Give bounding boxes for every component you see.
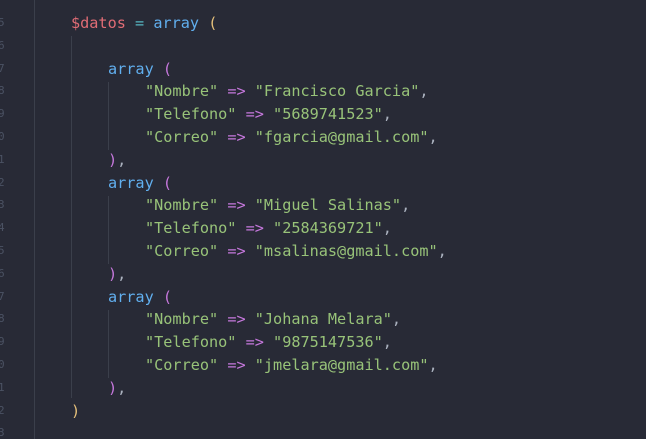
line-number: 7 xyxy=(0,289,5,303)
indent-guide xyxy=(34,0,35,439)
code-line-array-close: ), xyxy=(108,377,126,400)
array-key: "Correo" xyxy=(145,242,219,260)
line-number: 2 xyxy=(0,403,5,417)
array-value: "Miguel Salinas" xyxy=(254,196,402,215)
array-keyword: array xyxy=(108,59,154,78)
code-line-array-close: ), xyxy=(108,263,126,286)
line-number: 9 xyxy=(0,107,5,121)
array-value: "Johana Melara" xyxy=(254,310,392,329)
code-editor[interactable]: 5 6 7 8 9 0 1 2 3 4 5 6 7 8 9 0 1 2 3 $datos = array ( arr… xyxy=(0,0,646,439)
comma: , xyxy=(401,196,411,215)
code-line-key-value: "Nombre" => "Francisco Garcia", xyxy=(145,80,429,103)
comma: , xyxy=(419,82,429,101)
code-line-key-value: "Correo" => "fgarcia@gmail.com", xyxy=(145,126,438,149)
close-paren: ) xyxy=(108,378,118,397)
array-keyword: array xyxy=(108,287,154,306)
arrow-operator: => xyxy=(245,333,264,352)
code-line-array-open: array ( xyxy=(108,172,172,195)
code-line-key-value: "Telefono" => "9875147536", xyxy=(145,331,392,354)
code-line-key-value: "Correo" => "msalinas@gmail.com", xyxy=(145,240,447,263)
array-value: "fgarcia@gmail.com" xyxy=(254,128,429,146)
arrow-operator: => xyxy=(227,196,246,215)
array-key: "Correo" xyxy=(145,128,219,146)
array-key: "Telefono" xyxy=(145,333,237,352)
code-line-close: ) xyxy=(71,400,80,423)
array-key: "Telefono" xyxy=(145,219,237,238)
open-paren: ( xyxy=(162,173,173,192)
comma: , xyxy=(437,242,447,260)
variable-name: $datos xyxy=(71,14,126,32)
array-value: "9875147536" xyxy=(273,333,383,352)
line-number: 0 xyxy=(0,130,5,143)
code-line-array-open: array ( xyxy=(108,286,172,309)
array-key: "Correo" xyxy=(145,356,219,374)
line-number: 3 xyxy=(0,426,5,439)
line-number: 9 xyxy=(0,335,5,349)
comma: , xyxy=(382,333,392,352)
arrow-operator: => xyxy=(245,219,264,238)
array-keyword: array xyxy=(153,14,200,32)
arrow-operator: => xyxy=(245,105,264,124)
arrow-operator: => xyxy=(227,242,246,260)
indent-guide xyxy=(108,196,109,264)
close-paren: ) xyxy=(108,150,118,169)
line-number: 8 xyxy=(0,312,5,326)
open-paren: ( xyxy=(162,287,173,306)
line-number: 6 xyxy=(0,38,5,52)
comma: , xyxy=(428,356,438,374)
indent-guide xyxy=(108,82,109,150)
close-paren: ) xyxy=(71,402,81,420)
close-paren: ) xyxy=(108,264,118,283)
code-line-key-value: "Telefono" => "2584369721", xyxy=(145,217,392,240)
code-line-key-value: "Telefono" => "5689741523", xyxy=(145,103,392,126)
array-value: "jmelara@gmail.com" xyxy=(254,356,429,374)
array-key: "Nombre" xyxy=(145,196,219,215)
arrow-operator: => xyxy=(227,128,246,146)
comma: , xyxy=(117,264,127,283)
line-number: 5 xyxy=(0,244,5,257)
line-number: 6 xyxy=(0,266,5,280)
indent-guide xyxy=(108,310,109,378)
line-number: 4 xyxy=(0,221,5,235)
comma: , xyxy=(117,378,127,397)
line-number: 5 xyxy=(0,16,5,29)
indent-guide xyxy=(71,36,72,398)
array-keyword: array xyxy=(108,173,154,192)
line-number: 0 xyxy=(0,358,5,371)
line-number: 1 xyxy=(0,380,5,394)
array-value: "2584369721" xyxy=(273,219,383,238)
comma: , xyxy=(391,310,402,329)
code-line-array-close: ), xyxy=(108,149,126,172)
code-line-array-open: array ( xyxy=(108,58,172,81)
comma: , xyxy=(382,219,392,238)
line-number: 8 xyxy=(0,84,5,98)
line-number: 7 xyxy=(0,61,5,75)
array-value: "Francisco Garcia" xyxy=(254,82,420,101)
array-value: "5689741523" xyxy=(273,105,383,124)
arrow-operator: => xyxy=(227,82,246,101)
array-key: "Telefono" xyxy=(145,105,237,124)
comma: , xyxy=(382,105,392,124)
line-number: 2 xyxy=(0,175,5,189)
arrow-operator: => xyxy=(227,310,246,329)
array-key: "Nombre" xyxy=(145,310,219,329)
comma: , xyxy=(428,128,438,146)
assign-operator: = xyxy=(135,14,145,32)
open-paren: ( xyxy=(208,14,218,32)
line-number-gutter: 5 6 7 8 9 0 1 2 3 4 5 6 7 8 9 0 1 2 3 xyxy=(0,0,8,439)
code-line-key-value: "Correo" => "jmelara@gmail.com", xyxy=(145,354,438,377)
array-value: "msalinas@gmail.com" xyxy=(254,242,438,260)
line-number: 3 xyxy=(0,198,5,212)
line-number: 1 xyxy=(0,152,5,166)
code-line-key-value: "Nombre" => "Miguel Salinas", xyxy=(145,194,410,217)
open-paren: ( xyxy=(162,59,173,78)
array-key: "Nombre" xyxy=(145,82,219,101)
code-line-assign: $datos = array ( xyxy=(71,12,217,35)
code-line-key-value: "Nombre" => "Johana Melara", xyxy=(145,308,401,331)
comma: , xyxy=(117,150,127,169)
arrow-operator: => xyxy=(227,356,246,374)
